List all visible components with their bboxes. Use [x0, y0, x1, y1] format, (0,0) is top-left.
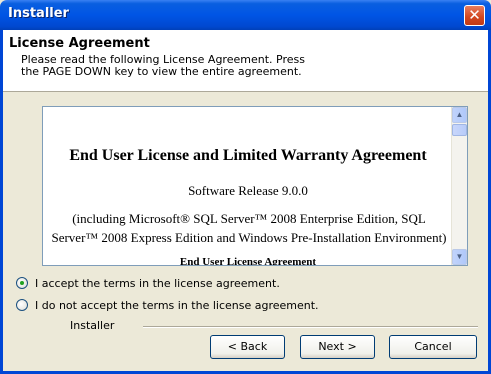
title-bar[interactable]: Installer ✕ — [0, 0, 491, 30]
accept-label[interactable]: I accept the terms in the license agreem… — [35, 277, 280, 290]
decline-option[interactable]: I do not accept the terms in the license… — [16, 298, 319, 312]
license-heading: End User License and Limited Warranty Ag… — [69, 147, 427, 164]
group-divider — [143, 326, 478, 328]
next-button[interactable]: Next > — [300, 335, 375, 359]
scroll-up-button[interactable]: ▲ — [452, 107, 467, 123]
scroll-thumb[interactable] — [452, 124, 467, 136]
accept-option[interactable]: I accept the terms in the license agreem… — [16, 276, 280, 290]
license-including: (including Microsoft® SQL Server™ 2008 E… — [51, 211, 447, 245]
cancel-button[interactable]: Cancel — [389, 335, 477, 359]
header-panel: License Agreement Please read the follow… — [3, 30, 488, 92]
license-subheading: End User License Agreement — [179, 256, 317, 265]
license-release: Software Release 9.0.0 — [188, 183, 308, 198]
decline-radio[interactable] — [16, 299, 28, 311]
page-title: License Agreement — [9, 36, 150, 51]
window-title: Installer — [8, 6, 69, 21]
scroll-down-button[interactable]: ▼ — [452, 249, 467, 265]
vertical-scrollbar[interactable]: ▲ ▼ — [451, 107, 467, 265]
license-text-box[interactable]: End User License and Limited Warranty Ag… — [42, 106, 468, 266]
license-content: End User License and Limited Warranty Ag… — [43, 107, 453, 265]
close-icon: ✕ — [468, 6, 481, 24]
chevron-up-icon: ▲ — [455, 110, 464, 119]
group-label: Installer — [70, 319, 115, 332]
accept-radio[interactable] — [16, 277, 28, 289]
chevron-down-icon: ▼ — [455, 252, 464, 261]
close-button[interactable]: ✕ — [464, 5, 485, 26]
back-button[interactable]: < Back — [210, 335, 285, 359]
decline-label[interactable]: I do not accept the terms in the license… — [35, 299, 319, 312]
page-description: Please read the following License Agreem… — [21, 53, 305, 78]
